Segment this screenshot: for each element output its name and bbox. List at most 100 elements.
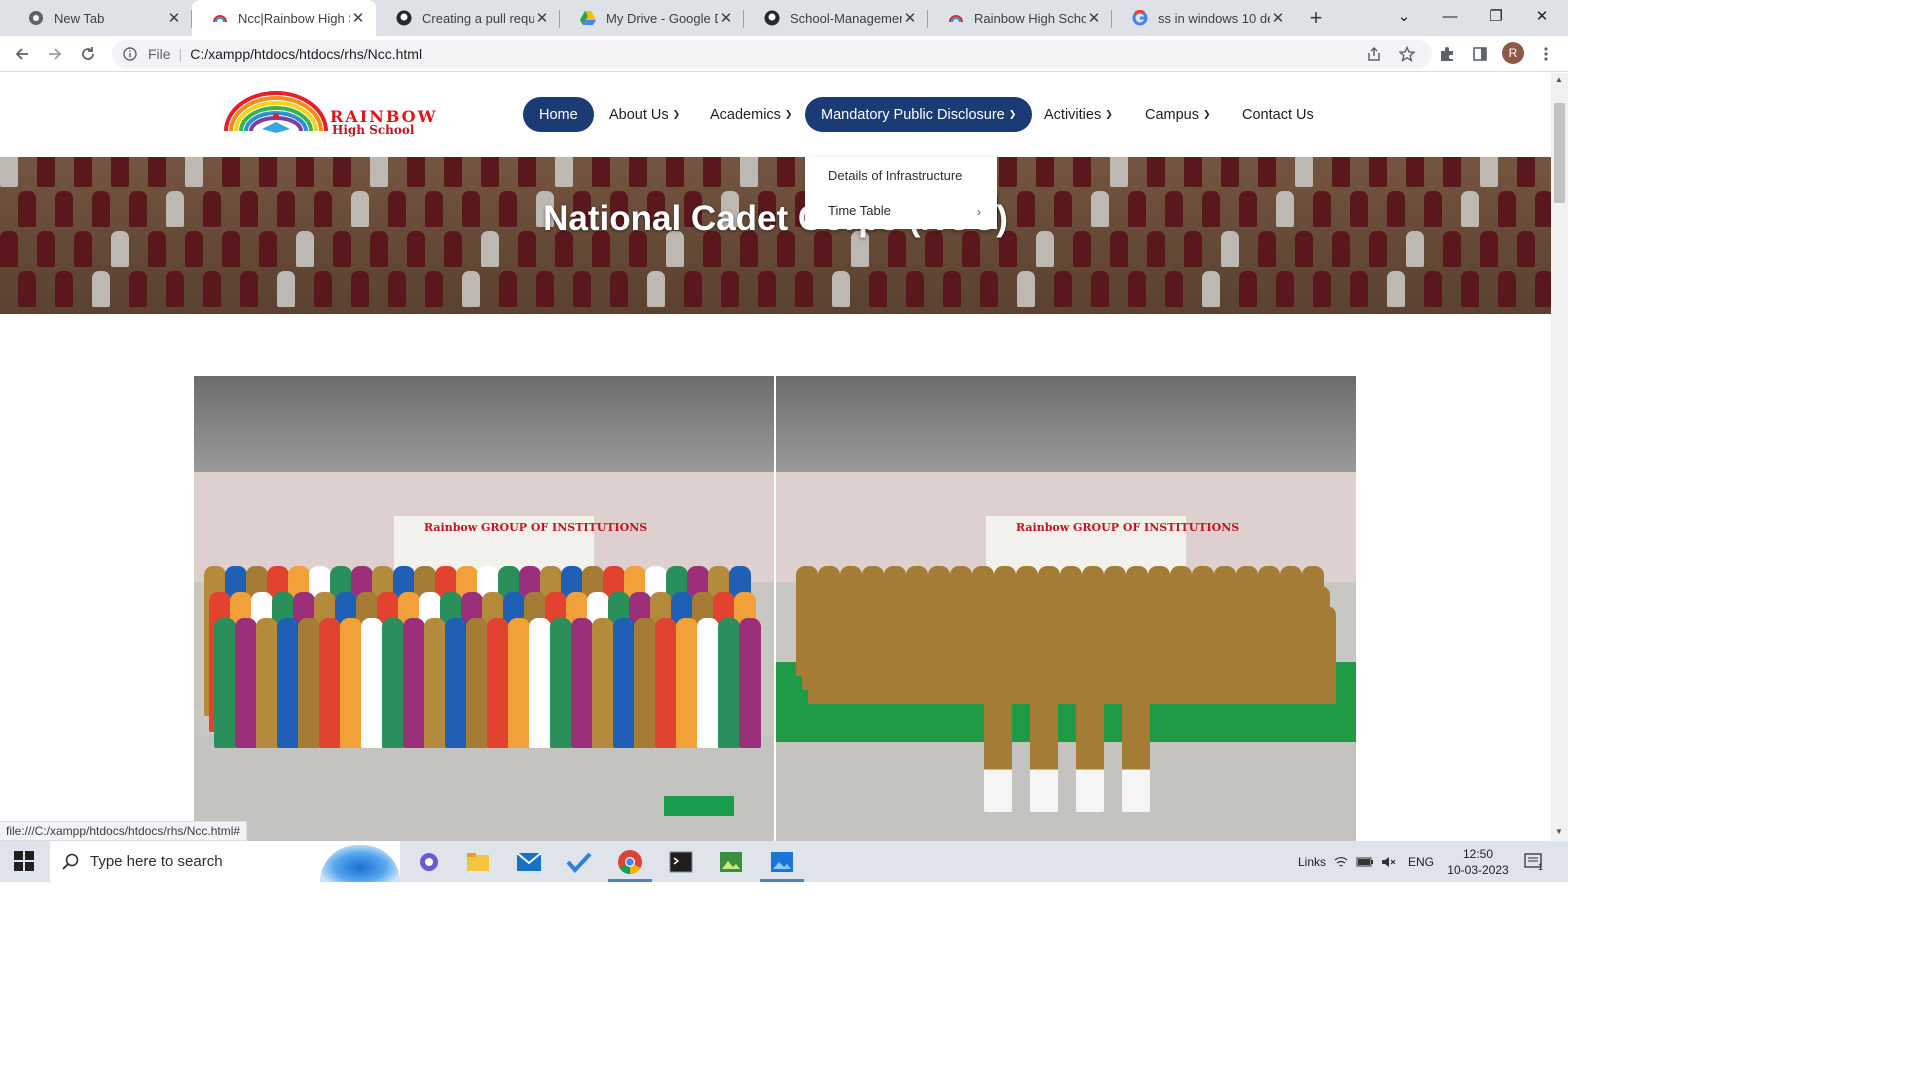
minimize-button[interactable]: — [1427, 0, 1473, 32]
nav-about-us[interactable]: About Us ❯ [609, 97, 680, 132]
rainbow-favicon-icon [212, 10, 228, 26]
person-figure [214, 618, 236, 748]
page-scrollbar[interactable]: ▲ ▼ [1551, 73, 1568, 841]
weather-widget-icon[interactable] [320, 845, 400, 882]
volume-muted-icon[interactable] [1381, 841, 1397, 882]
nav-contact-us[interactable]: Contact Us [1242, 97, 1314, 132]
image-editor-icon[interactable] [716, 847, 746, 877]
restore-button[interactable]: ❐ [1473, 0, 1519, 32]
reload-button[interactable] [74, 40, 102, 68]
close-icon[interactable]: ✕ [1270, 10, 1286, 27]
close-icon[interactable]: ✕ [350, 10, 366, 27]
cadet-figure [1182, 606, 1204, 704]
close-icon[interactable]: ✕ [902, 10, 918, 27]
bookmark-star-icon[interactable] [1393, 40, 1421, 68]
nav-label: Activities [1044, 106, 1102, 123]
tab-title: Creating a pull reques [422, 10, 534, 26]
tab-school-management[interactable]: School-Management ✕ [744, 0, 928, 36]
photo-signage: Rainbow GROUP OF INSTITUTIONS [424, 521, 648, 534]
nav-mandatory-public-disclosure[interactable]: Mandatory Public Disclosure ❯ [805, 97, 1033, 132]
links-toolbar[interactable]: Links [1298, 841, 1326, 882]
cadet-figure [962, 606, 984, 704]
menu-item-time-table[interactable]: Time Table [828, 200, 891, 220]
copilot-icon[interactable] [414, 847, 444, 877]
chevron-down-icon: ❯ [784, 109, 793, 119]
windows-start-icon[interactable] [14, 851, 34, 871]
person-figure [403, 618, 425, 748]
share-icon[interactable] [1360, 40, 1388, 68]
tab-new-tab[interactable]: New Tab ✕ [8, 0, 192, 36]
info-icon[interactable] [122, 46, 138, 62]
close-window-button[interactable]: ✕ [1519, 0, 1565, 32]
tab-rainbow-high-school[interactable]: Rainbow High School ✕ [928, 0, 1112, 36]
address-bar[interactable]: File | C:/xampp/htdocs/htdocs/rhs/Ncc.ht… [112, 40, 1432, 68]
person-figure [571, 618, 593, 748]
chevron-down-icon: ❯ [1008, 109, 1017, 119]
person-figure [529, 618, 551, 748]
extensions-puzzle-icon[interactable] [1433, 40, 1461, 68]
menu-item-details-of-infrastructure[interactable]: Details of Infrastructure [828, 165, 962, 185]
search-icon [62, 853, 80, 871]
person-figure [718, 618, 740, 748]
cadet-figure [1292, 606, 1314, 704]
person-figure [613, 618, 635, 748]
language-indicator[interactable]: ENG [1408, 841, 1434, 882]
person-figure [508, 618, 530, 748]
photos-icon[interactable] [767, 847, 797, 877]
github-icon [396, 10, 412, 26]
cadet-figure [940, 606, 962, 704]
todo-check-icon[interactable] [564, 847, 594, 877]
nav-home[interactable]: Home [523, 97, 594, 132]
person-figure [382, 618, 404, 748]
wifi-icon[interactable] [1334, 841, 1348, 882]
site-navbar: RAINBOW High School Home About Us ❯ Acad… [0, 73, 1551, 157]
photo-signage: Rainbow GROUP OF INSTITUTIONS [1016, 521, 1240, 534]
new-tab-button[interactable]: + [1303, 5, 1329, 31]
nav-label: Mandatory Public Disclosure [821, 106, 1005, 123]
cadet-figure [1030, 642, 1058, 812]
person-figure [655, 618, 677, 748]
side-panel-icon[interactable] [1466, 40, 1494, 68]
tab-ncc[interactable]: Ncc|Rainbow High Sc ✕ [192, 0, 376, 36]
tab-strip: New Tab ✕ Ncc|Rainbow High Sc ✕ Creating… [0, 0, 1568, 36]
close-icon[interactable]: ✕ [1086, 10, 1102, 27]
school-logo[interactable]: RAINBOW High School [222, 89, 446, 137]
taskbar-search-box[interactable]: Type here to search [50, 841, 400, 882]
cadet-figure [830, 606, 852, 704]
close-icon[interactable]: ✕ [718, 10, 734, 27]
profile-avatar[interactable]: R [1502, 42, 1524, 64]
tab-google-search[interactable]: ss in windows 10 dell ✕ [1112, 0, 1296, 36]
file-explorer-icon[interactable] [463, 847, 493, 877]
web-page: RAINBOW High School Home About Us ❯ Acad… [0, 73, 1551, 841]
nav-academics[interactable]: Academics ❯ [710, 97, 792, 132]
url-text[interactable]: C:/xampp/htdocs/htdocs/rhs/Ncc.html [190, 46, 422, 62]
person-figure [361, 618, 383, 748]
terminal-icon[interactable] [666, 847, 696, 877]
tab-pull-request[interactable]: Creating a pull reques ✕ [376, 0, 560, 36]
tab-title: New Tab [54, 10, 105, 26]
forward-button[interactable] [41, 40, 69, 68]
menu-kebab-icon[interactable] [1532, 40, 1560, 68]
chrome-taskbar-icon[interactable] [615, 847, 645, 877]
tab-title: Rainbow High School [974, 10, 1086, 26]
nav-activities[interactable]: Activities ❯ [1044, 97, 1113, 132]
page-title: National Cadet Corps (NCC) [543, 199, 1008, 238]
close-icon[interactable]: ✕ [534, 10, 550, 27]
battery-icon[interactable] [1356, 841, 1374, 882]
scrollbar-thumb[interactable] [1554, 103, 1565, 203]
person-figure [739, 618, 761, 748]
person-figure [277, 618, 299, 748]
person-figure [466, 618, 488, 748]
nav-label: Contact Us [1242, 106, 1314, 123]
clock[interactable]: 12:50 10-03-2023 [1446, 841, 1510, 882]
mail-icon[interactable] [514, 847, 544, 877]
notification-icon[interactable]: 1 [1524, 841, 1543, 882]
tab-google-drive[interactable]: My Drive - Google Dri ✕ [560, 0, 744, 36]
tab-search-chevron-icon[interactable]: ⌄ [1381, 0, 1427, 32]
back-button[interactable] [8, 40, 36, 68]
nav-campus[interactable]: Campus ❯ [1145, 97, 1211, 132]
person-figure [340, 618, 362, 748]
close-icon[interactable]: ✕ [166, 10, 182, 27]
tab-title: My Drive - Google Dri [606, 10, 718, 26]
person-figure [634, 618, 656, 748]
